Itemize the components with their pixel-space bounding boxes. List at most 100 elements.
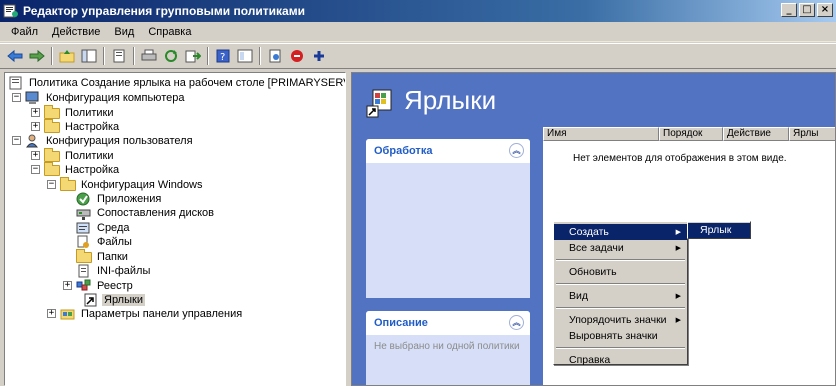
menu-file[interactable]: Файл bbox=[4, 24, 45, 40]
menu-item-label: Обновить bbox=[569, 266, 617, 278]
menu-item-refresh[interactable]: Обновить bbox=[554, 264, 687, 280]
tree-item-root[interactable]: Политика Создание ярлыка на рабочем стол… bbox=[8, 75, 345, 90]
stop-icon[interactable] bbox=[286, 45, 308, 67]
folder-open-icon bbox=[44, 162, 60, 176]
registry-icon bbox=[76, 279, 92, 293]
close-button[interactable]: × bbox=[817, 3, 833, 17]
menu-item-label: Справка bbox=[569, 354, 611, 366]
menu-item-label: Вид bbox=[569, 290, 588, 302]
tree-item-control-panel[interactable]: + Параметры панели управления bbox=[47, 306, 244, 321]
tree-label: Среда bbox=[97, 221, 130, 234]
tree-item-applications[interactable]: Приложения bbox=[76, 191, 163, 206]
add-icon[interactable] bbox=[308, 45, 330, 67]
menu-item-label: Упорядочить значки bbox=[569, 314, 667, 326]
menu-item-create[interactable]: Создать ▶ bbox=[554, 224, 687, 240]
expand-icon[interactable]: + bbox=[31, 122, 40, 131]
menu-item-line-up-icons[interactable]: Выровнять значки bbox=[554, 328, 687, 344]
show-hide-tree-icon[interactable] bbox=[78, 45, 100, 67]
tree-item-drive-maps[interactable]: Сопоставления дисков bbox=[76, 205, 216, 220]
tree-item-registry[interactable]: + Реестр bbox=[63, 278, 135, 293]
menu-view[interactable]: Вид bbox=[107, 24, 141, 40]
collapse-icon[interactable]: − bbox=[12, 93, 21, 102]
tree-item-environment[interactable]: Среда bbox=[76, 220, 131, 235]
tree-item-ini-files[interactable]: INI-файлы bbox=[76, 263, 152, 278]
create-submenu: Ярлык bbox=[687, 221, 751, 239]
column-shortcut[interactable]: Ярлы bbox=[789, 127, 835, 141]
environment-icon bbox=[76, 221, 92, 235]
menu-item-help[interactable]: Справка bbox=[554, 352, 687, 368]
tree-item-computer-config[interactable]: − Конфигурация компьютера bbox=[12, 90, 186, 105]
tree-item-user-prefs[interactable]: − Настройка bbox=[31, 162, 121, 177]
submenu-arrow-icon: ▶ bbox=[675, 316, 681, 324]
collapse-icon[interactable]: − bbox=[47, 180, 56, 189]
svg-text:?: ? bbox=[220, 52, 225, 63]
processing-header[interactable]: Обработка ︽ bbox=[366, 139, 530, 163]
maximize-button[interactable]: □ bbox=[799, 3, 815, 17]
menu-separator bbox=[556, 307, 685, 309]
tree-label: Конфигурация пользователя bbox=[46, 134, 193, 147]
folder-icon bbox=[44, 119, 60, 133]
tree-label: Политика Создание ярлыка на рабочем стол… bbox=[29, 76, 345, 89]
processing-label: Обработка bbox=[374, 145, 433, 157]
tree-label: Политики bbox=[65, 149, 114, 162]
toolbar: ? bbox=[0, 43, 836, 69]
column-order[interactable]: Порядок bbox=[659, 127, 723, 141]
expand-icon[interactable]: + bbox=[63, 281, 72, 290]
new-icon[interactable] bbox=[264, 45, 286, 67]
export-icon[interactable] bbox=[182, 45, 204, 67]
ini-file-icon bbox=[76, 264, 92, 278]
menu-bar: Файл Действие Вид Справка bbox=[0, 22, 836, 42]
menu-action[interactable]: Действие bbox=[45, 24, 107, 40]
folder-icon bbox=[44, 105, 60, 119]
back-arrow-icon[interactable] bbox=[4, 45, 26, 67]
forward-arrow-icon[interactable] bbox=[26, 45, 48, 67]
description-header[interactable]: Описание ︽ bbox=[366, 311, 530, 335]
tree-item-user-config[interactable]: − Конфигурация пользователя bbox=[12, 133, 195, 148]
drive-map-icon bbox=[76, 206, 92, 220]
help-topics-icon[interactable] bbox=[234, 45, 256, 67]
print-icon[interactable] bbox=[138, 45, 160, 67]
console-tree[interactable]: Политика Создание ярлыка на рабочем стол… bbox=[4, 72, 346, 386]
up-folder-icon[interactable] bbox=[56, 45, 78, 67]
expand-icon[interactable]: + bbox=[31, 108, 40, 117]
refresh-icon[interactable] bbox=[160, 45, 182, 67]
menu-item-all-tasks[interactable]: Все задачи ▶ bbox=[554, 240, 687, 256]
tree-item-computer-prefs[interactable]: + Настройка bbox=[31, 119, 121, 134]
collapse-chevron-icon[interactable]: ︽ bbox=[509, 315, 524, 330]
expand-icon[interactable]: + bbox=[31, 151, 40, 160]
submenu-item-shortcut[interactable]: Ярлык bbox=[688, 223, 750, 238]
control-panel-icon bbox=[60, 307, 76, 321]
tree-item-windows-config[interactable]: − Конфигурация Windows bbox=[47, 177, 205, 192]
submenu-arrow-icon: ▶ bbox=[675, 244, 681, 252]
submenu-arrow-icon: ▶ bbox=[675, 292, 681, 300]
collapse-chevron-icon[interactable]: ︽ bbox=[509, 143, 524, 158]
gpo-editor-icon bbox=[3, 3, 19, 19]
collapse-icon[interactable]: − bbox=[12, 136, 21, 145]
tree-item-user-policies[interactable]: + Политики bbox=[31, 148, 116, 163]
tree-item-computer-policies[interactable]: + Политики bbox=[31, 105, 116, 120]
expand-icon[interactable]: + bbox=[47, 309, 56, 318]
menu-help[interactable]: Справка bbox=[141, 24, 198, 40]
toolbar-separator bbox=[133, 47, 135, 65]
menu-separator bbox=[556, 283, 685, 285]
properties-icon[interactable] bbox=[108, 45, 130, 67]
user-icon bbox=[25, 134, 41, 148]
column-name[interactable]: Имя bbox=[543, 127, 659, 141]
help-icon[interactable]: ? bbox=[212, 45, 234, 67]
minimize-button[interactable]: _ bbox=[781, 3, 797, 17]
menu-item-view[interactable]: Вид ▶ bbox=[554, 288, 687, 304]
tree-label: Настройка bbox=[65, 163, 120, 176]
tree-item-folders[interactable]: Папки bbox=[76, 249, 130, 264]
menu-item-arrange-icons[interactable]: Упорядочить значки ▶ bbox=[554, 312, 687, 328]
collapse-icon[interactable]: − bbox=[31, 165, 40, 174]
description-label: Описание bbox=[374, 317, 428, 329]
menu-item-label: Выровнять значки bbox=[569, 330, 658, 342]
tree-item-files[interactable]: Файлы bbox=[76, 234, 134, 249]
toolbar-separator bbox=[207, 47, 209, 65]
menu-item-label: Все задачи bbox=[569, 242, 624, 254]
page-title: Ярлыки bbox=[404, 85, 497, 115]
menu-separator bbox=[556, 259, 685, 261]
column-action[interactable]: Действие bbox=[723, 127, 789, 141]
applications-icon bbox=[76, 192, 92, 206]
tree-item-shortcuts[interactable]: Ярлыки bbox=[83, 292, 145, 307]
